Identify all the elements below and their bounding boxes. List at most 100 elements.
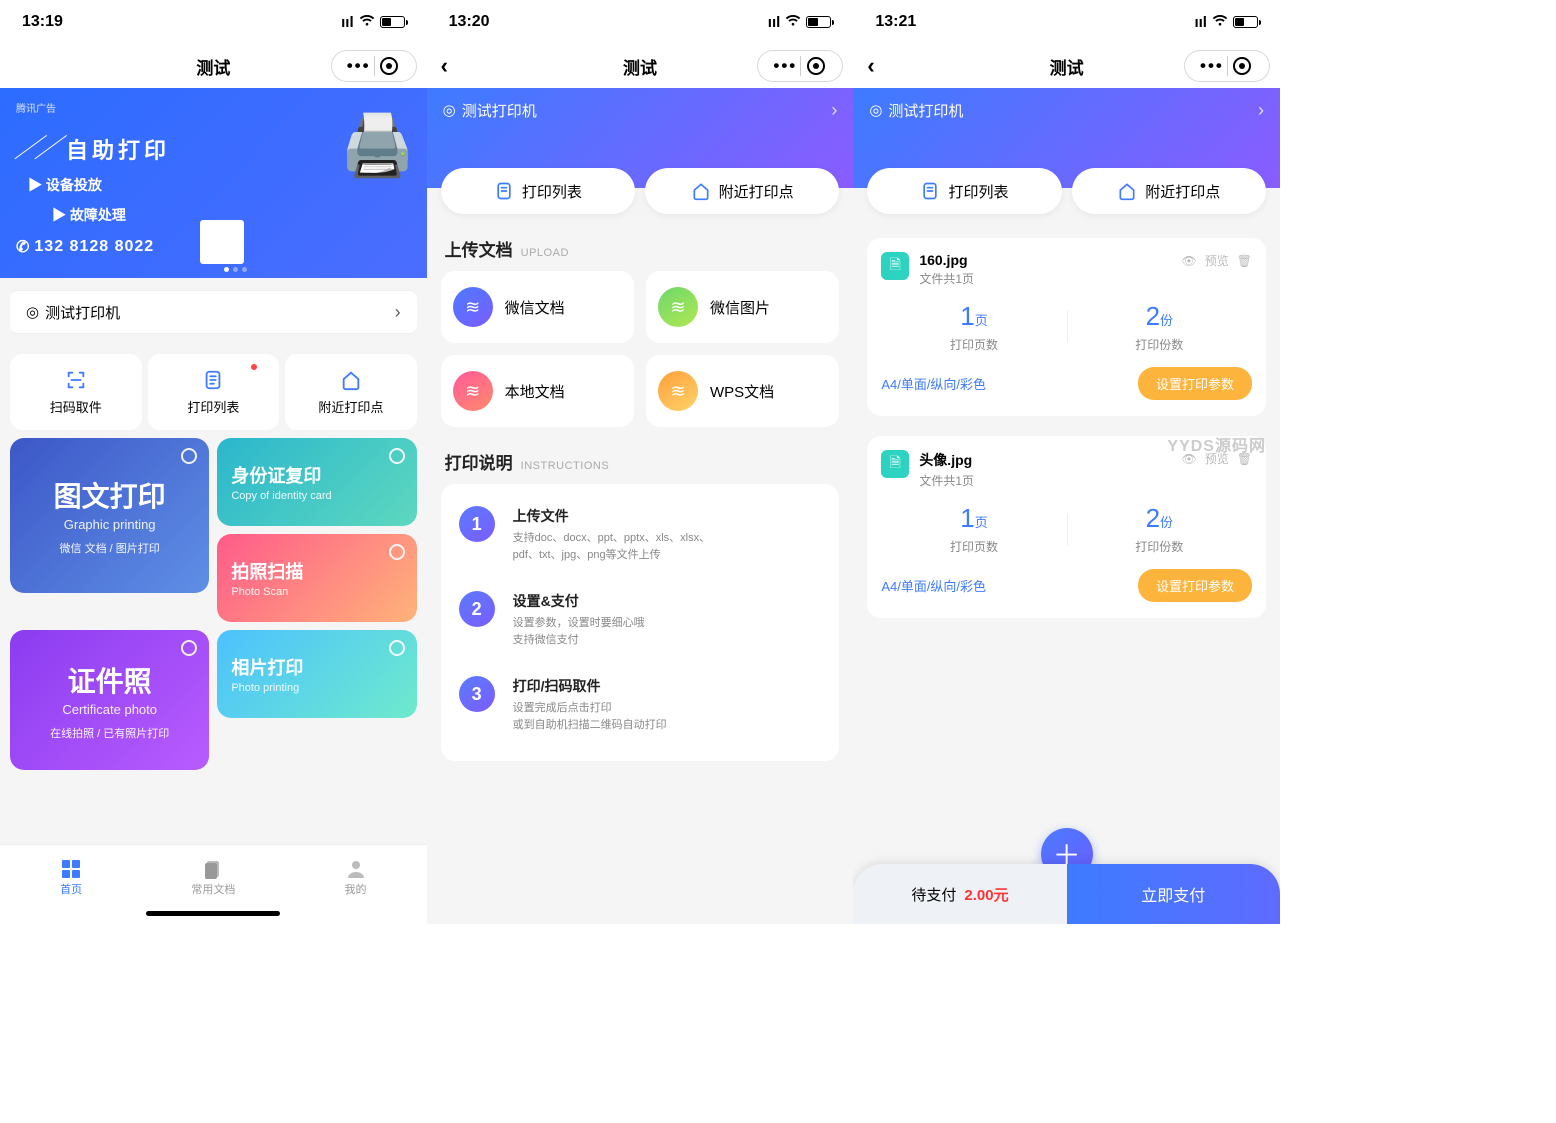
printer-illustration: 🖨️: [340, 110, 415, 181]
battery-icon: [806, 16, 831, 28]
more-icon[interactable]: •••: [764, 56, 807, 76]
wifi-icon: [785, 14, 801, 31]
pill-nav: 打印列表 附近打印点: [427, 168, 854, 214]
screen-upload: 13:20 ııl ‹ 测试 ••• ◎测试打印机 › 打印列表 附近打印点 上: [427, 0, 854, 924]
status-time: 13:21: [875, 13, 916, 31]
layers-icon: ≋: [453, 287, 493, 327]
status-bar: 13:20 ııl: [427, 0, 854, 44]
file-icon: 🗎: [881, 252, 909, 280]
preview-link[interactable]: 预览: [1205, 252, 1229, 269]
nav-title: 测试: [196, 54, 230, 79]
back-button[interactable]: ‹: [867, 53, 874, 79]
feature-graphic-print[interactable]: 图文打印 Graphic printing 微信 文档 / 图片打印: [10, 438, 209, 593]
signal-icon: ııl: [768, 14, 781, 31]
instructions-card: 1 上传文件 支持doc、docx、ppt、pptx、xls、xlsx、pdf、…: [441, 484, 840, 761]
upload-wechat-img[interactable]: ≋ 微信图片: [646, 271, 839, 343]
pay-now-button[interactable]: 立即支付: [1067, 864, 1280, 924]
file-pages-text: 文件共1页: [919, 472, 974, 489]
home-icon: [1117, 181, 1137, 201]
circle-deco-icon: [181, 448, 197, 464]
phone-icon: ✆: [16, 237, 30, 257]
tab-bar: 首页 常用文档 我的: [0, 844, 427, 924]
file-card: 🗎 160.jpg 文件共1页 👁 预览 🗑 1页 打印页数 2份 打印份数 A…: [867, 238, 1266, 416]
watermark: YYDS源码网: [1167, 432, 1266, 456]
nav-bar: ‹ 测试 •••: [427, 44, 854, 88]
feature-photo-scan[interactable]: 拍照扫描 Photo Scan: [217, 534, 416, 622]
action-print-list[interactable]: 打印列表: [148, 354, 280, 430]
eye-icon[interactable]: 👁: [1181, 254, 1196, 268]
home-icon: [691, 181, 711, 201]
file-spec[interactable]: A4/单面/纵向/彩色: [881, 374, 986, 393]
more-icon[interactable]: •••: [337, 56, 380, 76]
qr-code-icon: [200, 220, 244, 264]
action-nearby-label: 附近打印点: [318, 397, 383, 416]
step-number-icon: 3: [459, 676, 495, 712]
printer-selector[interactable]: ◎测试打印机 ›: [853, 88, 1280, 132]
list-icon: [494, 181, 514, 201]
ad-banner[interactable]: 腾讯广告 ／／ 自助打印 ▶ 设备投放 ▶ 故障处理 ✆132 8128 802…: [0, 88, 427, 278]
circle-deco-icon: [181, 640, 197, 656]
back-button[interactable]: ‹: [441, 53, 448, 79]
tab-home[interactable]: 首页: [0, 845, 142, 924]
feature-cert-photo[interactable]: 证件照 Certificate photo 在线拍照 / 已有照片打印: [10, 630, 209, 770]
signal-icon: ııl: [341, 14, 354, 31]
file-name: 160.jpg: [919, 252, 974, 268]
layers-icon: ≋: [453, 371, 493, 411]
home-indicator: [146, 911, 280, 916]
battery-icon: [380, 16, 405, 28]
capsule[interactable]: •••: [331, 50, 417, 82]
pill-print-list[interactable]: 打印列表: [867, 168, 1061, 214]
set-params-button[interactable]: 设置打印参数: [1138, 569, 1252, 602]
nav-title: 测试: [1050, 54, 1084, 79]
circle-deco-icon: [389, 544, 405, 560]
location-icon: ◎: [869, 101, 882, 119]
more-icon[interactable]: •••: [1190, 56, 1233, 76]
action-scan-label: 扫码取件: [50, 397, 102, 416]
signal-icon: ııl: [1194, 14, 1207, 31]
upload-section-title: 上传文档 UPLOAD: [427, 214, 854, 271]
feature-grid: 图文打印 Graphic printing 微信 文档 / 图片打印 身份证复印…: [0, 438, 427, 770]
instructions-section-title: 打印说明 INSTRUCTIONS: [427, 427, 854, 484]
pill-nearby[interactable]: 附近打印点: [645, 168, 839, 214]
circle-deco-icon: [389, 640, 405, 656]
pay-summary: 待支付 2.00元: [853, 864, 1066, 924]
list-icon: [920, 181, 940, 201]
tab-mine[interactable]: 我的: [284, 845, 426, 924]
set-params-button[interactable]: 设置打印参数: [1138, 367, 1252, 400]
location-icon: ◎: [26, 303, 39, 321]
printer-name: 测试打印机: [462, 100, 537, 121]
close-target-icon[interactable]: [1233, 57, 1251, 75]
delete-icon[interactable]: 🗑: [1237, 254, 1252, 268]
feature-id-copy[interactable]: 身份证复印 Copy of identity card: [217, 438, 416, 526]
upload-wechat-doc[interactable]: ≋ 微信文档: [441, 271, 634, 343]
printer-selector[interactable]: ◎测试打印机 ›: [427, 88, 854, 132]
pay-amount: 2.00元: [964, 884, 1008, 905]
upload-local-doc[interactable]: ≋ 本地文档: [441, 355, 634, 427]
layers-icon: ≋: [658, 287, 698, 327]
screen-cart: 13:21 ııl ‹ 测试 ••• ◎测试打印机 › 打印列表 附近打印点: [853, 0, 1280, 924]
upload-wps-doc[interactable]: ≋ WPS文档: [646, 355, 839, 427]
file-icon: 🗎: [881, 450, 909, 478]
pill-nearby[interactable]: 附近打印点: [1072, 168, 1266, 214]
battery-icon: [1233, 16, 1258, 28]
step-3: 3 打印/扫码取件 设置完成后点击打印 或到自助机扫描二维码自动打印: [455, 662, 826, 747]
close-target-icon[interactable]: [380, 57, 398, 75]
notification-dot-icon: [251, 364, 257, 370]
printer-selector[interactable]: ◎测试打印机 ›: [10, 290, 417, 334]
feature-photo-print[interactable]: 相片打印 Photo printing: [217, 630, 416, 718]
wifi-icon: [359, 14, 375, 31]
capsule[interactable]: •••: [757, 50, 843, 82]
printer-name: 测试打印机: [45, 302, 120, 323]
capsule[interactable]: •••: [1184, 50, 1270, 82]
action-scan-pickup[interactable]: 扫码取件: [10, 354, 142, 430]
status-time: 13:19: [22, 13, 63, 31]
step-number-icon: 2: [459, 591, 495, 627]
status-bar: 13:19 ııl: [0, 0, 427, 44]
home-icon: [340, 369, 362, 391]
action-nearby[interactable]: 附近打印点: [285, 354, 417, 430]
nav-bar: ‹ 测试 •••: [853, 44, 1280, 88]
pill-print-list[interactable]: 打印列表: [441, 168, 635, 214]
file-spec[interactable]: A4/单面/纵向/彩色: [881, 576, 986, 595]
close-target-icon[interactable]: [807, 57, 825, 75]
pay-bar: 待支付 2.00元 立即支付: [853, 864, 1280, 924]
